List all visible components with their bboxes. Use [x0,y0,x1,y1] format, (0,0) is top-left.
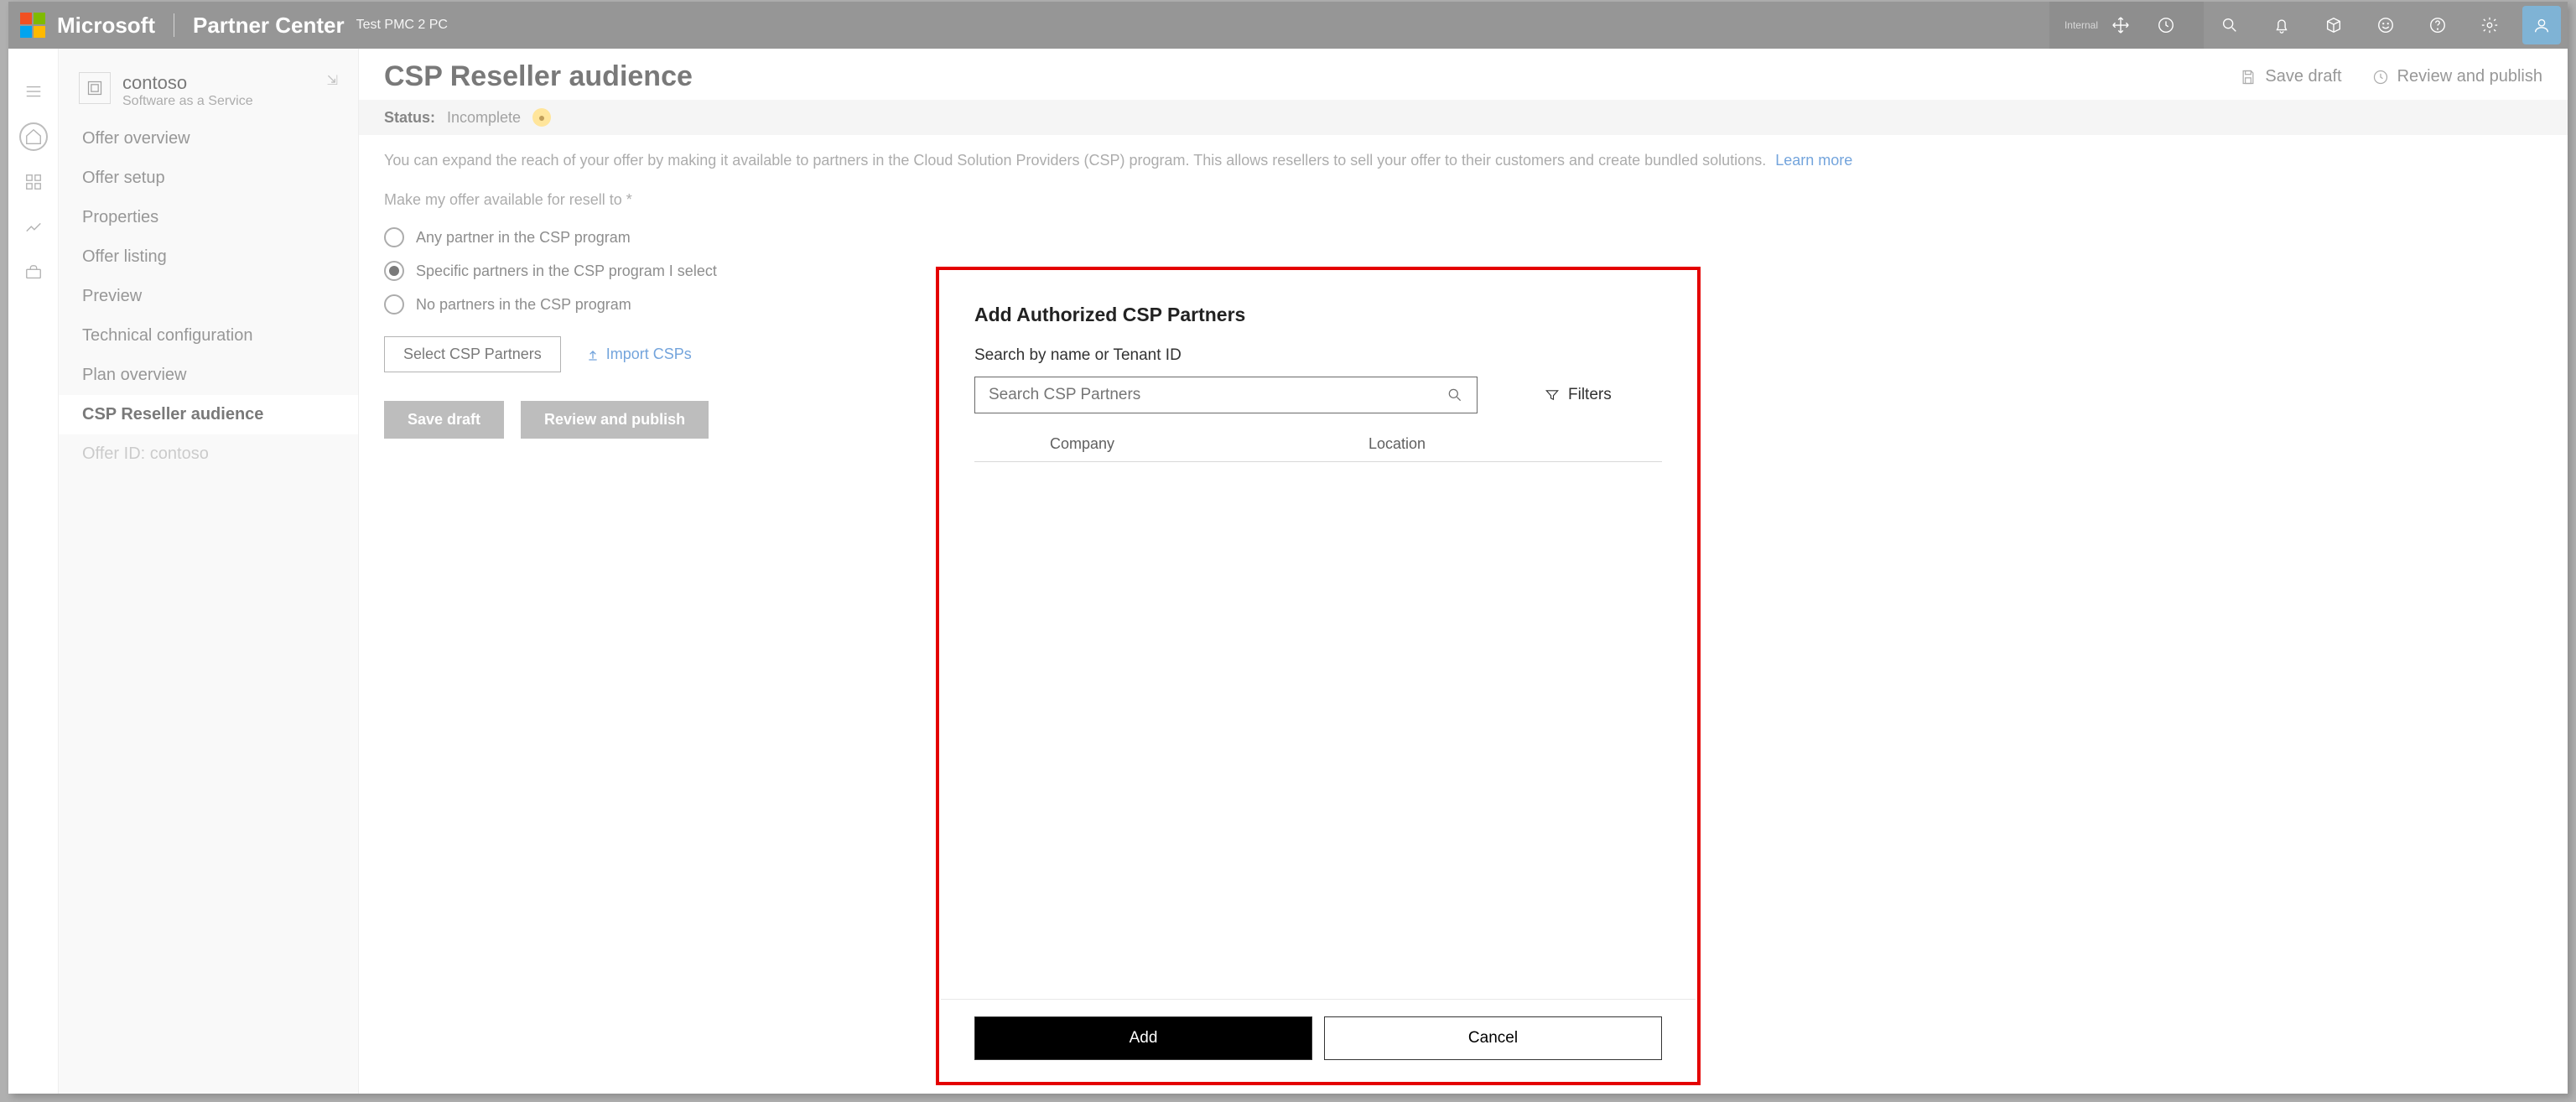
brand-name: Microsoft [57,13,155,39]
resell-field-label: Make my offer available for resell to * [359,171,2568,217]
nav-offer-overview[interactable]: Offer overview [59,119,358,159]
table-body [974,462,1662,999]
import-csps-link[interactable]: Import CSPs [586,346,692,363]
feedback-icon[interactable] [2360,2,2412,49]
col-location: Location [1368,435,1654,453]
radio-icon [384,261,404,281]
page-title: CSP Reseller audience [384,60,693,93]
home-icon[interactable] [8,114,59,159]
pin-icon[interactable]: ⇲ [327,72,338,89]
help-icon[interactable] [2412,2,2464,49]
radio-icon [384,294,404,314]
search-icon[interactable] [2204,2,2256,49]
page-titlebar: CSP Reseller audience Save draft Review … [359,49,2568,100]
status-bar: Status: Incomplete ● [359,100,2568,135]
user-avatar[interactable] [2522,6,2561,44]
radio-any-partner[interactable]: Any partner in the CSP program [384,221,2542,254]
save-draft-top-button[interactable]: Save draft [2240,67,2341,86]
toolbox-icon[interactable] [8,250,59,295]
nav-offer-listing[interactable]: Offer listing [59,237,358,277]
save-icon [2240,69,2257,86]
warning-icon: ● [532,108,551,127]
clock-icon[interactable] [2143,2,2189,49]
notification-icon[interactable] [2256,2,2308,49]
global-header: Microsoft Partner Center Test PMC 2 PC I… [8,2,2568,49]
product-name[interactable]: Partner Center [193,13,345,39]
radio-icon [384,227,404,247]
move-icon[interactable] [2098,2,2143,49]
nav-preview[interactable]: Preview [59,277,358,316]
nav-offer-setup[interactable]: Offer setup [59,159,358,198]
icon-rail [8,49,59,1094]
dashboard-icon[interactable] [8,159,59,205]
filter-icon [1545,387,1560,403]
search-csp-input-wrap[interactable] [974,377,1478,413]
review-publish-button[interactable]: Review and publish [521,401,709,439]
search-label: Search by name or Tenant ID [974,346,1662,365]
offer-type: Software as a Service [122,94,253,109]
nav-csp-reseller-audience[interactable]: CSP Reseller audience [59,395,358,434]
upload-icon [586,348,600,361]
filters-button[interactable]: Filters [1545,386,1612,404]
add-button[interactable]: Add [974,1016,1312,1060]
add-csp-partners-panel: Add Authorized CSP Partners Search by na… [941,270,1696,1079]
internal-label: Internal [2064,19,2098,31]
select-csp-partners-button[interactable]: Select CSP Partners [384,336,561,372]
review-publish-top-button[interactable]: Review and publish [2372,67,2542,86]
offer-card: contoso Software as a Service ⇲ [59,59,358,119]
table-header: Company Location [974,413,1662,462]
internal-badge-group: Internal [2049,2,2204,49]
microsoft-logo-icon [20,13,45,38]
nav-offer-id: Offer ID: contoso [59,434,358,474]
status-label: Status: [384,109,435,127]
publish-icon [2372,69,2389,86]
offer-sidebar: contoso Software as a Service ⇲ Offer ov… [59,49,359,1094]
env-label: Test PMC 2 PC [356,18,448,33]
divider [941,999,1696,1000]
nav-plan-overview[interactable]: Plan overview [59,356,358,395]
search-csp-input[interactable] [989,386,1446,404]
page-description: You can expand the reach of your offer b… [359,135,2568,171]
status-value: Incomplete [447,109,521,127]
save-draft-button[interactable]: Save draft [384,401,504,439]
cancel-button[interactable]: Cancel [1324,1016,1662,1060]
offer-thumbnail-icon [79,72,111,104]
panel-title: Add Authorized CSP Partners [974,304,1662,326]
hamburger-icon[interactable] [8,69,59,114]
search-icon [1446,387,1463,403]
package-icon[interactable] [2308,2,2360,49]
nav-properties[interactable]: Properties [59,198,358,237]
header-actions [2204,2,2568,49]
analytics-icon[interactable] [8,205,59,250]
nav-technical-config[interactable]: Technical configuration [59,316,358,356]
offer-name: contoso [122,72,253,94]
settings-icon[interactable] [2464,2,2516,49]
col-company: Company [1050,435,1368,453]
learn-more-link[interactable]: Learn more [1775,152,1852,169]
